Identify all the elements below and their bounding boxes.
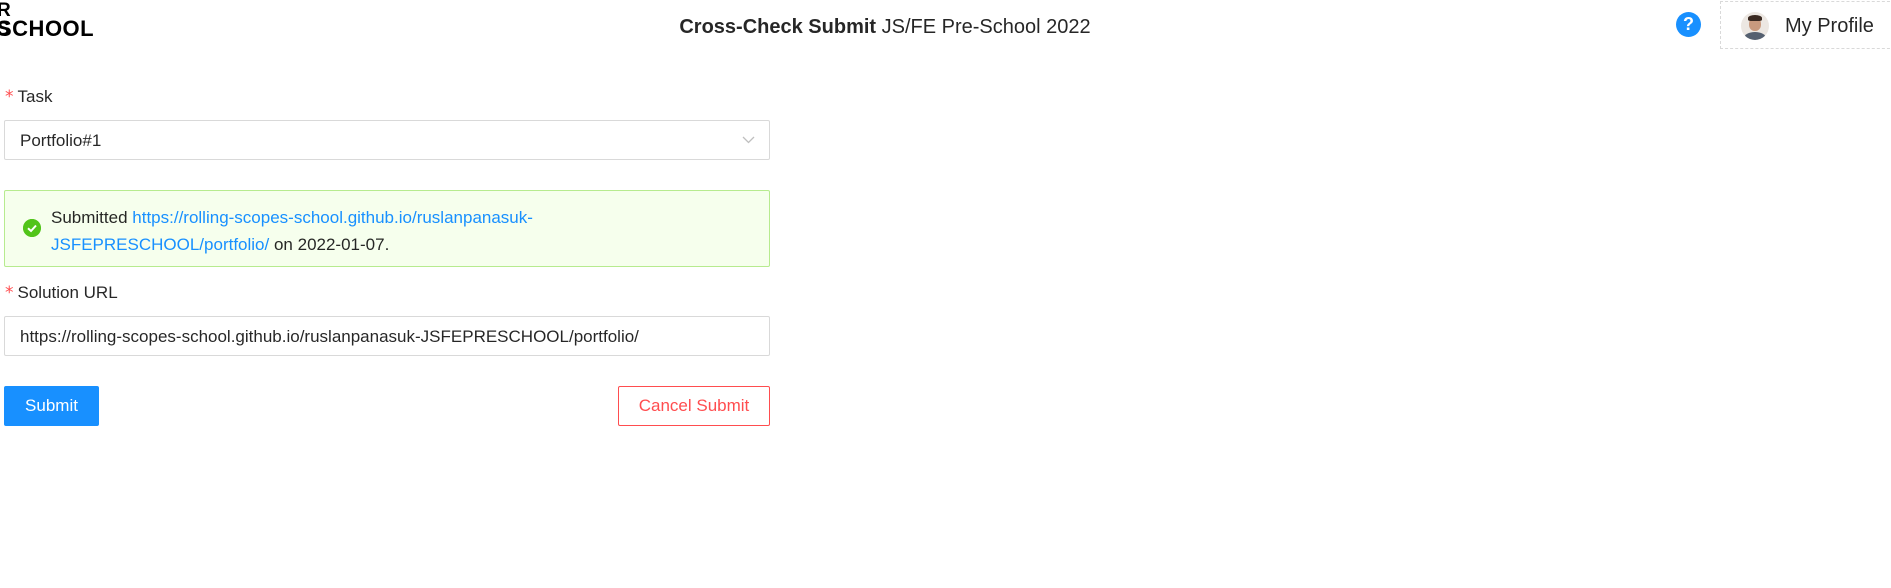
task-label: * Task bbox=[5, 86, 52, 108]
help-button[interactable]: ? bbox=[1676, 12, 1701, 37]
solution-url-label: * Solution URL bbox=[5, 282, 118, 304]
question-icon: ? bbox=[1683, 14, 1694, 34]
page-title: Cross-Check Submit JS/FE Pre-School 2022 bbox=[0, 14, 1770, 40]
chevron-down-icon bbox=[742, 136, 755, 144]
solution-url-label-text: Solution URL bbox=[17, 283, 118, 302]
avatar bbox=[1741, 12, 1769, 40]
alert-suffix: . bbox=[384, 235, 390, 254]
page-title-course: JS/FE Pre-School 2022 bbox=[876, 16, 1091, 38]
cancel-submit-button[interactable]: Cancel Submit bbox=[618, 386, 770, 426]
required-mark: * bbox=[5, 87, 14, 107]
page-title-main: Cross-Check Submit bbox=[679, 16, 877, 38]
submission-success-alert: Submitted https://rolling-scopes-school.… bbox=[4, 190, 770, 267]
required-mark: * bbox=[5, 283, 14, 303]
task-select[interactable]: Portfolio#1 bbox=[4, 120, 770, 160]
my-profile-button[interactable]: My Profile bbox=[1720, 1, 1891, 49]
submitted-date: 2022-01-07 bbox=[297, 235, 385, 254]
submit-button[interactable]: Submit bbox=[4, 386, 99, 426]
solution-url-value: https://rolling-scopes-school.github.io/… bbox=[20, 327, 639, 346]
alert-message: Submitted https://rolling-scopes-school.… bbox=[51, 204, 611, 258]
header: R S SCHOOL Cross-Check Submit JS/FE Pre-… bbox=[0, 0, 1891, 54]
solution-url-input[interactable]: https://rolling-scopes-school.github.io/… bbox=[4, 316, 770, 356]
check-circle-icon bbox=[23, 219, 41, 237]
alert-middle: on bbox=[269, 235, 298, 254]
task-label-text: Task bbox=[17, 87, 53, 106]
profile-label: My Profile bbox=[1785, 15, 1874, 37]
task-select-value: Portfolio#1 bbox=[20, 131, 102, 150]
alert-prefix: Submitted bbox=[51, 208, 133, 227]
